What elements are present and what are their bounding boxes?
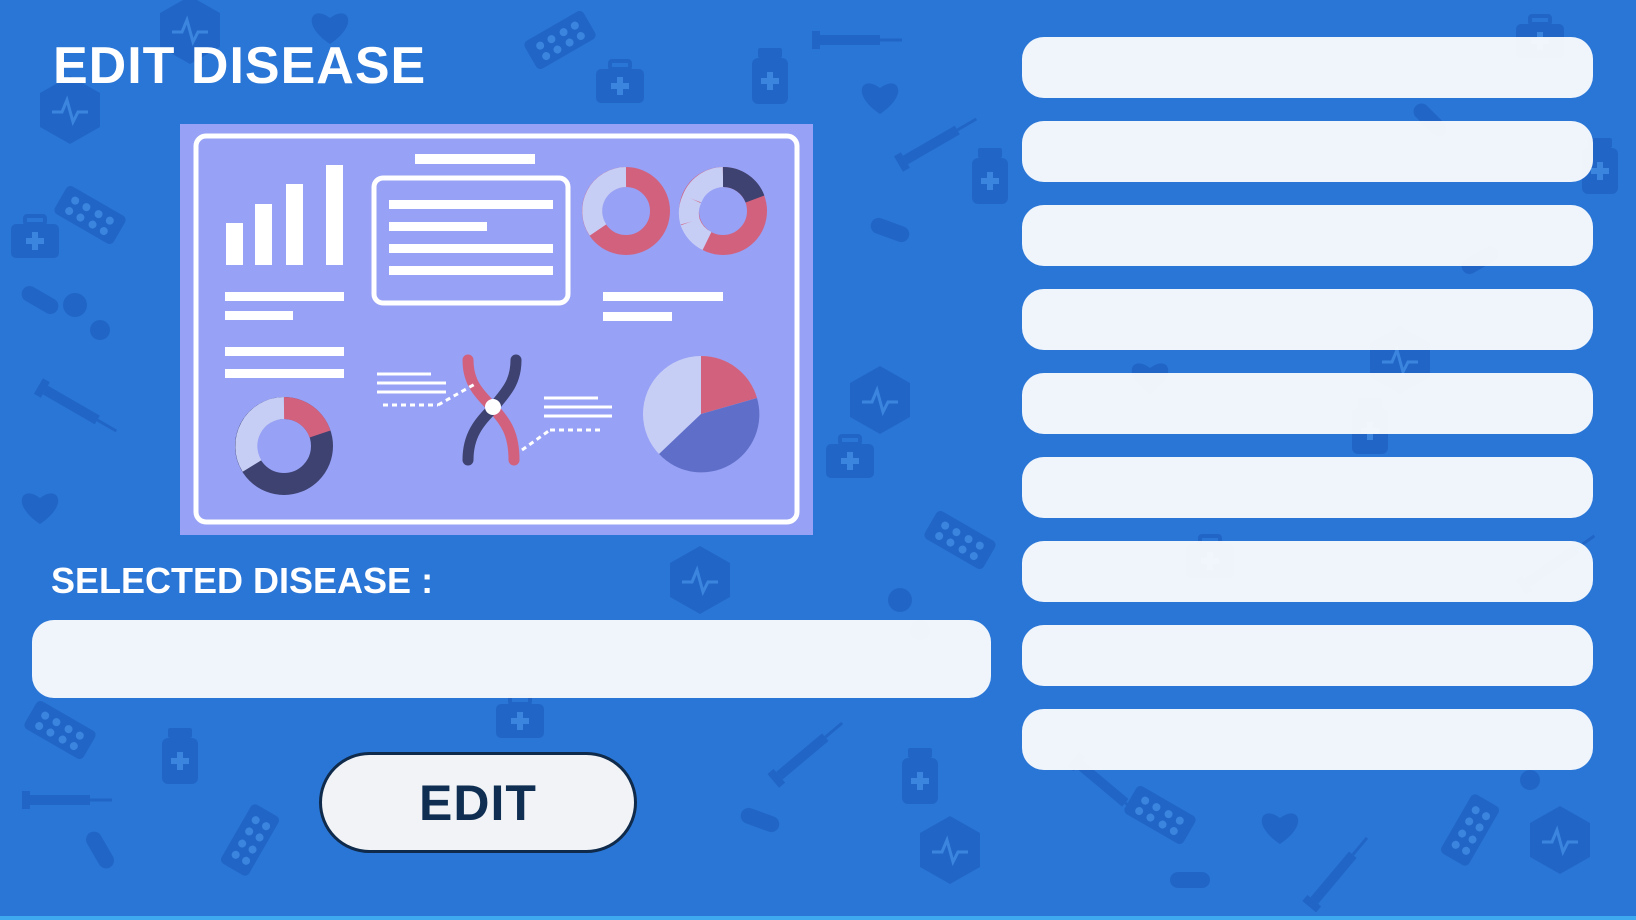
edit-button[interactable]: EDIT — [319, 752, 637, 853]
disease-list — [1022, 37, 1593, 770]
disease-list-item[interactable] — [1022, 541, 1593, 602]
disease-list-item[interactable] — [1022, 289, 1593, 350]
bottom-accent-strip — [0, 916, 1636, 920]
selected-disease-field[interactable] — [32, 620, 991, 698]
heading-line-icon — [415, 154, 535, 164]
disease-list-item[interactable] — [1022, 373, 1593, 434]
disease-list-item[interactable] — [1022, 709, 1593, 770]
selected-disease-label: SELECTED DISEASE : — [51, 560, 434, 601]
disease-list-item[interactable] — [1022, 625, 1593, 686]
disease-list-item[interactable] — [1022, 121, 1593, 182]
edit-disease-screen: EDIT DISEASE SELECTED DISEASE: EDIT — [0, 0, 1636, 920]
dashboard-illustration — [180, 124, 813, 535]
page-title: EDIT DISEASE — [53, 37, 427, 95]
disease-list-item[interactable] — [1022, 457, 1593, 518]
pie-chart-icon — [643, 355, 760, 473]
disease-list-item[interactable] — [1022, 37, 1593, 98]
disease-list-item[interactable] — [1022, 205, 1593, 266]
